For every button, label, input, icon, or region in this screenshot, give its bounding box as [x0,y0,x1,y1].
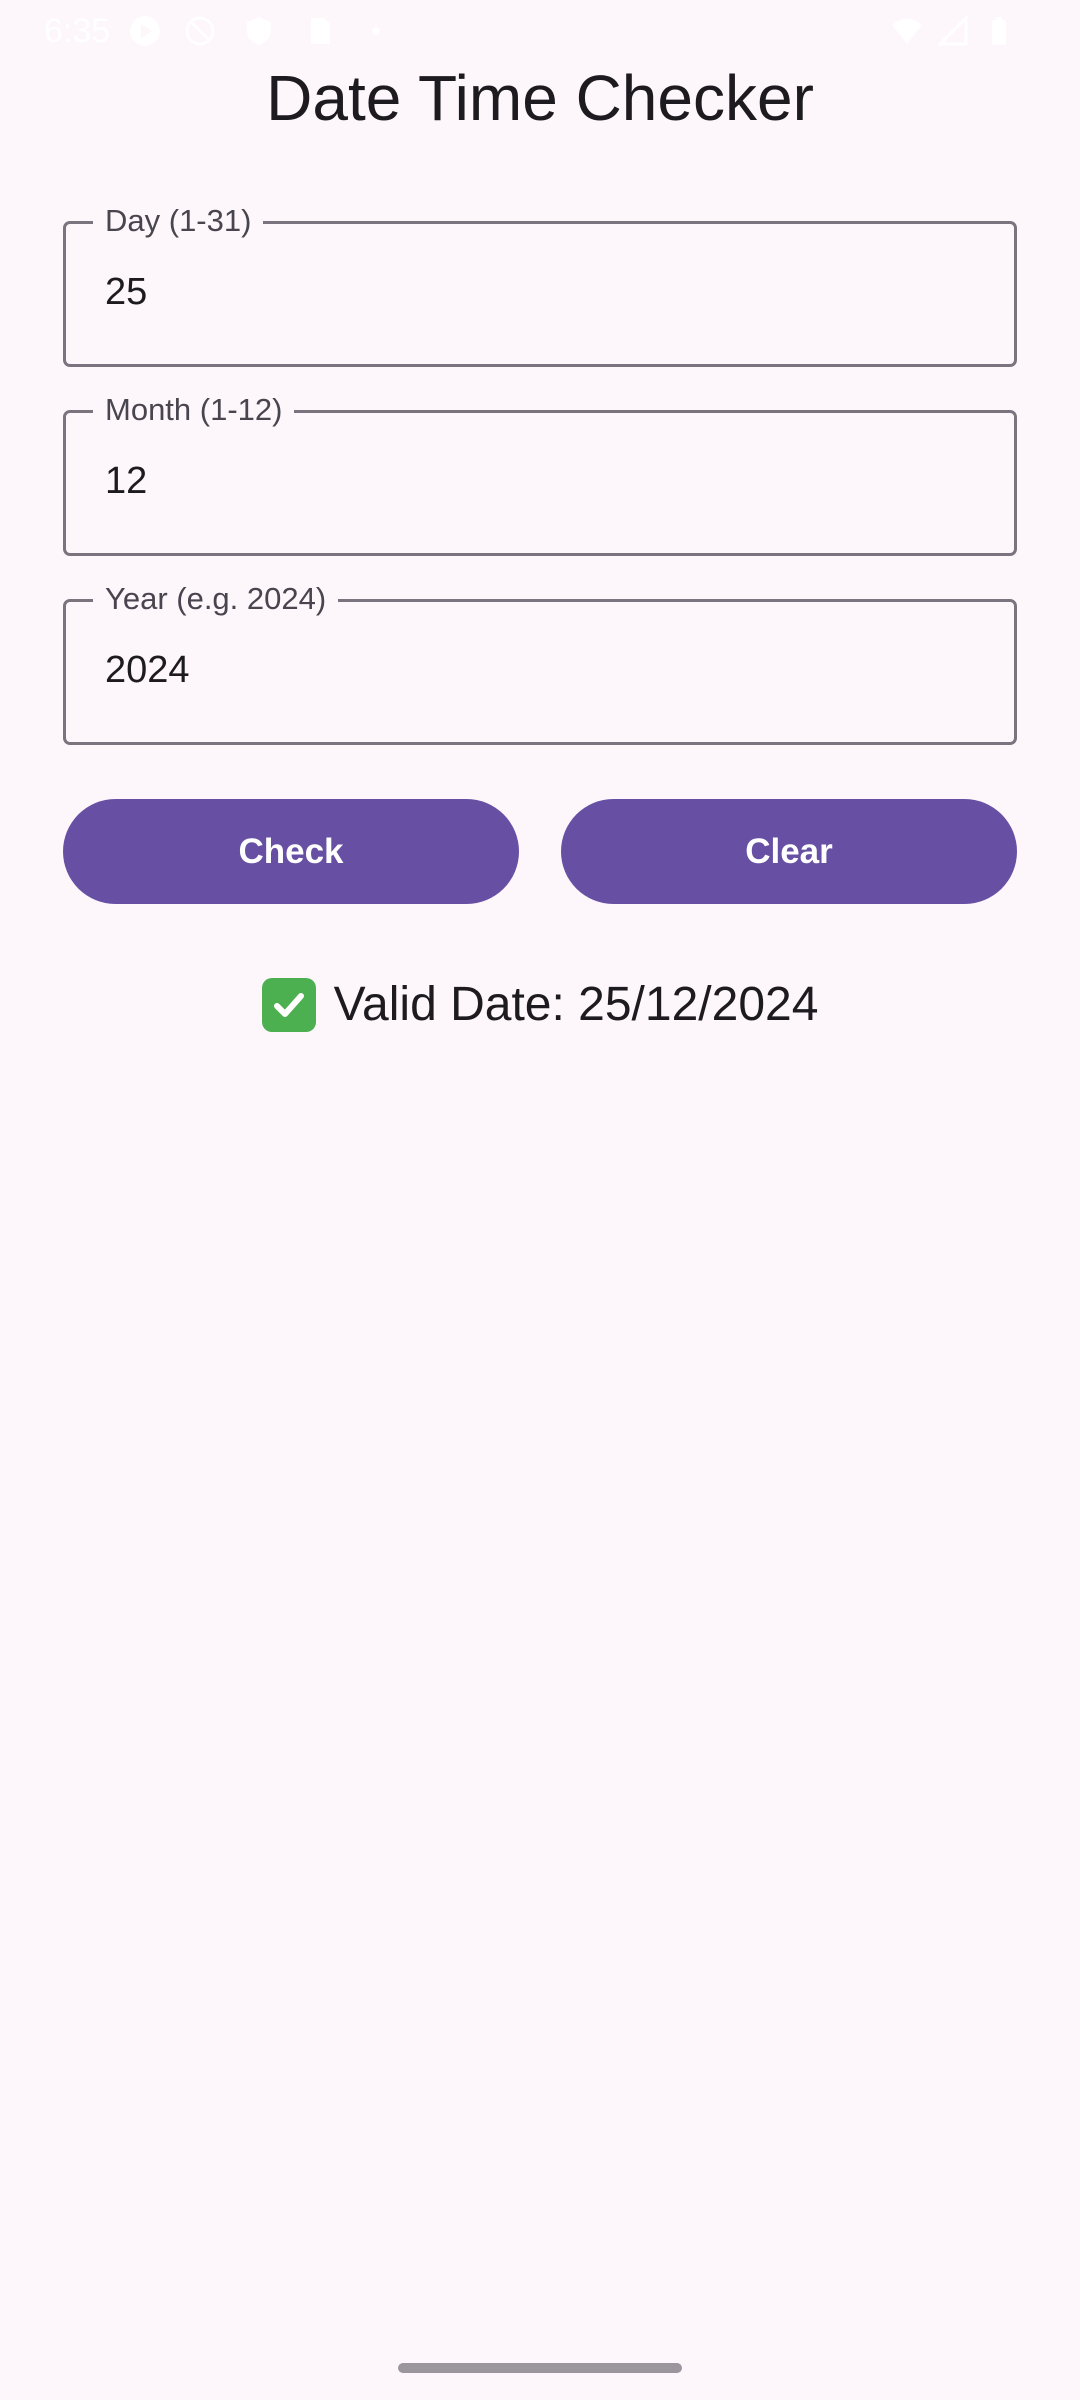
clear-button[interactable]: Clear [561,799,1017,904]
dot-icon [372,27,380,35]
check-button[interactable]: Check [63,799,519,904]
month-field-outline [63,410,1017,556]
day-field-outline [63,221,1017,367]
battery-icon [992,17,1006,45]
month-field-value[interactable]: 12 [105,456,147,506]
check-mark-icon [261,978,316,1032]
home-gesture-bar[interactable] [398,2363,682,2373]
day-field-value[interactable]: 25 [105,267,147,317]
page-title: Date Time Checker [266,62,814,134]
month-field[interactable]: Month (1-12) 12 [63,392,1017,556]
media-icon [130,16,160,46]
day-field[interactable]: Day (1-31) 25 [63,203,1017,367]
result-message: Valid Date: 25/12/2024 [0,970,1080,1040]
year-field[interactable]: Year (e.g. 2024) 2024 [63,581,1017,745]
status-time: 6:35 [44,12,111,50]
cell-signal-icon [936,14,968,46]
result-text: Valid Date: 25/12/2024 [333,978,819,1031]
sync-icon [185,16,215,46]
year-field-outline [63,599,1017,745]
month-field-label: Month (1-12) [93,392,295,428]
day-field-label: Day (1-31) [93,203,264,239]
year-field-value[interactable]: 2024 [105,645,190,695]
shield-icon [247,17,271,45]
status-bar: 6:35 [0,0,1080,62]
wifi-icon [892,18,922,44]
sim-card-icon [311,18,330,44]
year-field-label: Year (e.g. 2024) [93,581,339,617]
